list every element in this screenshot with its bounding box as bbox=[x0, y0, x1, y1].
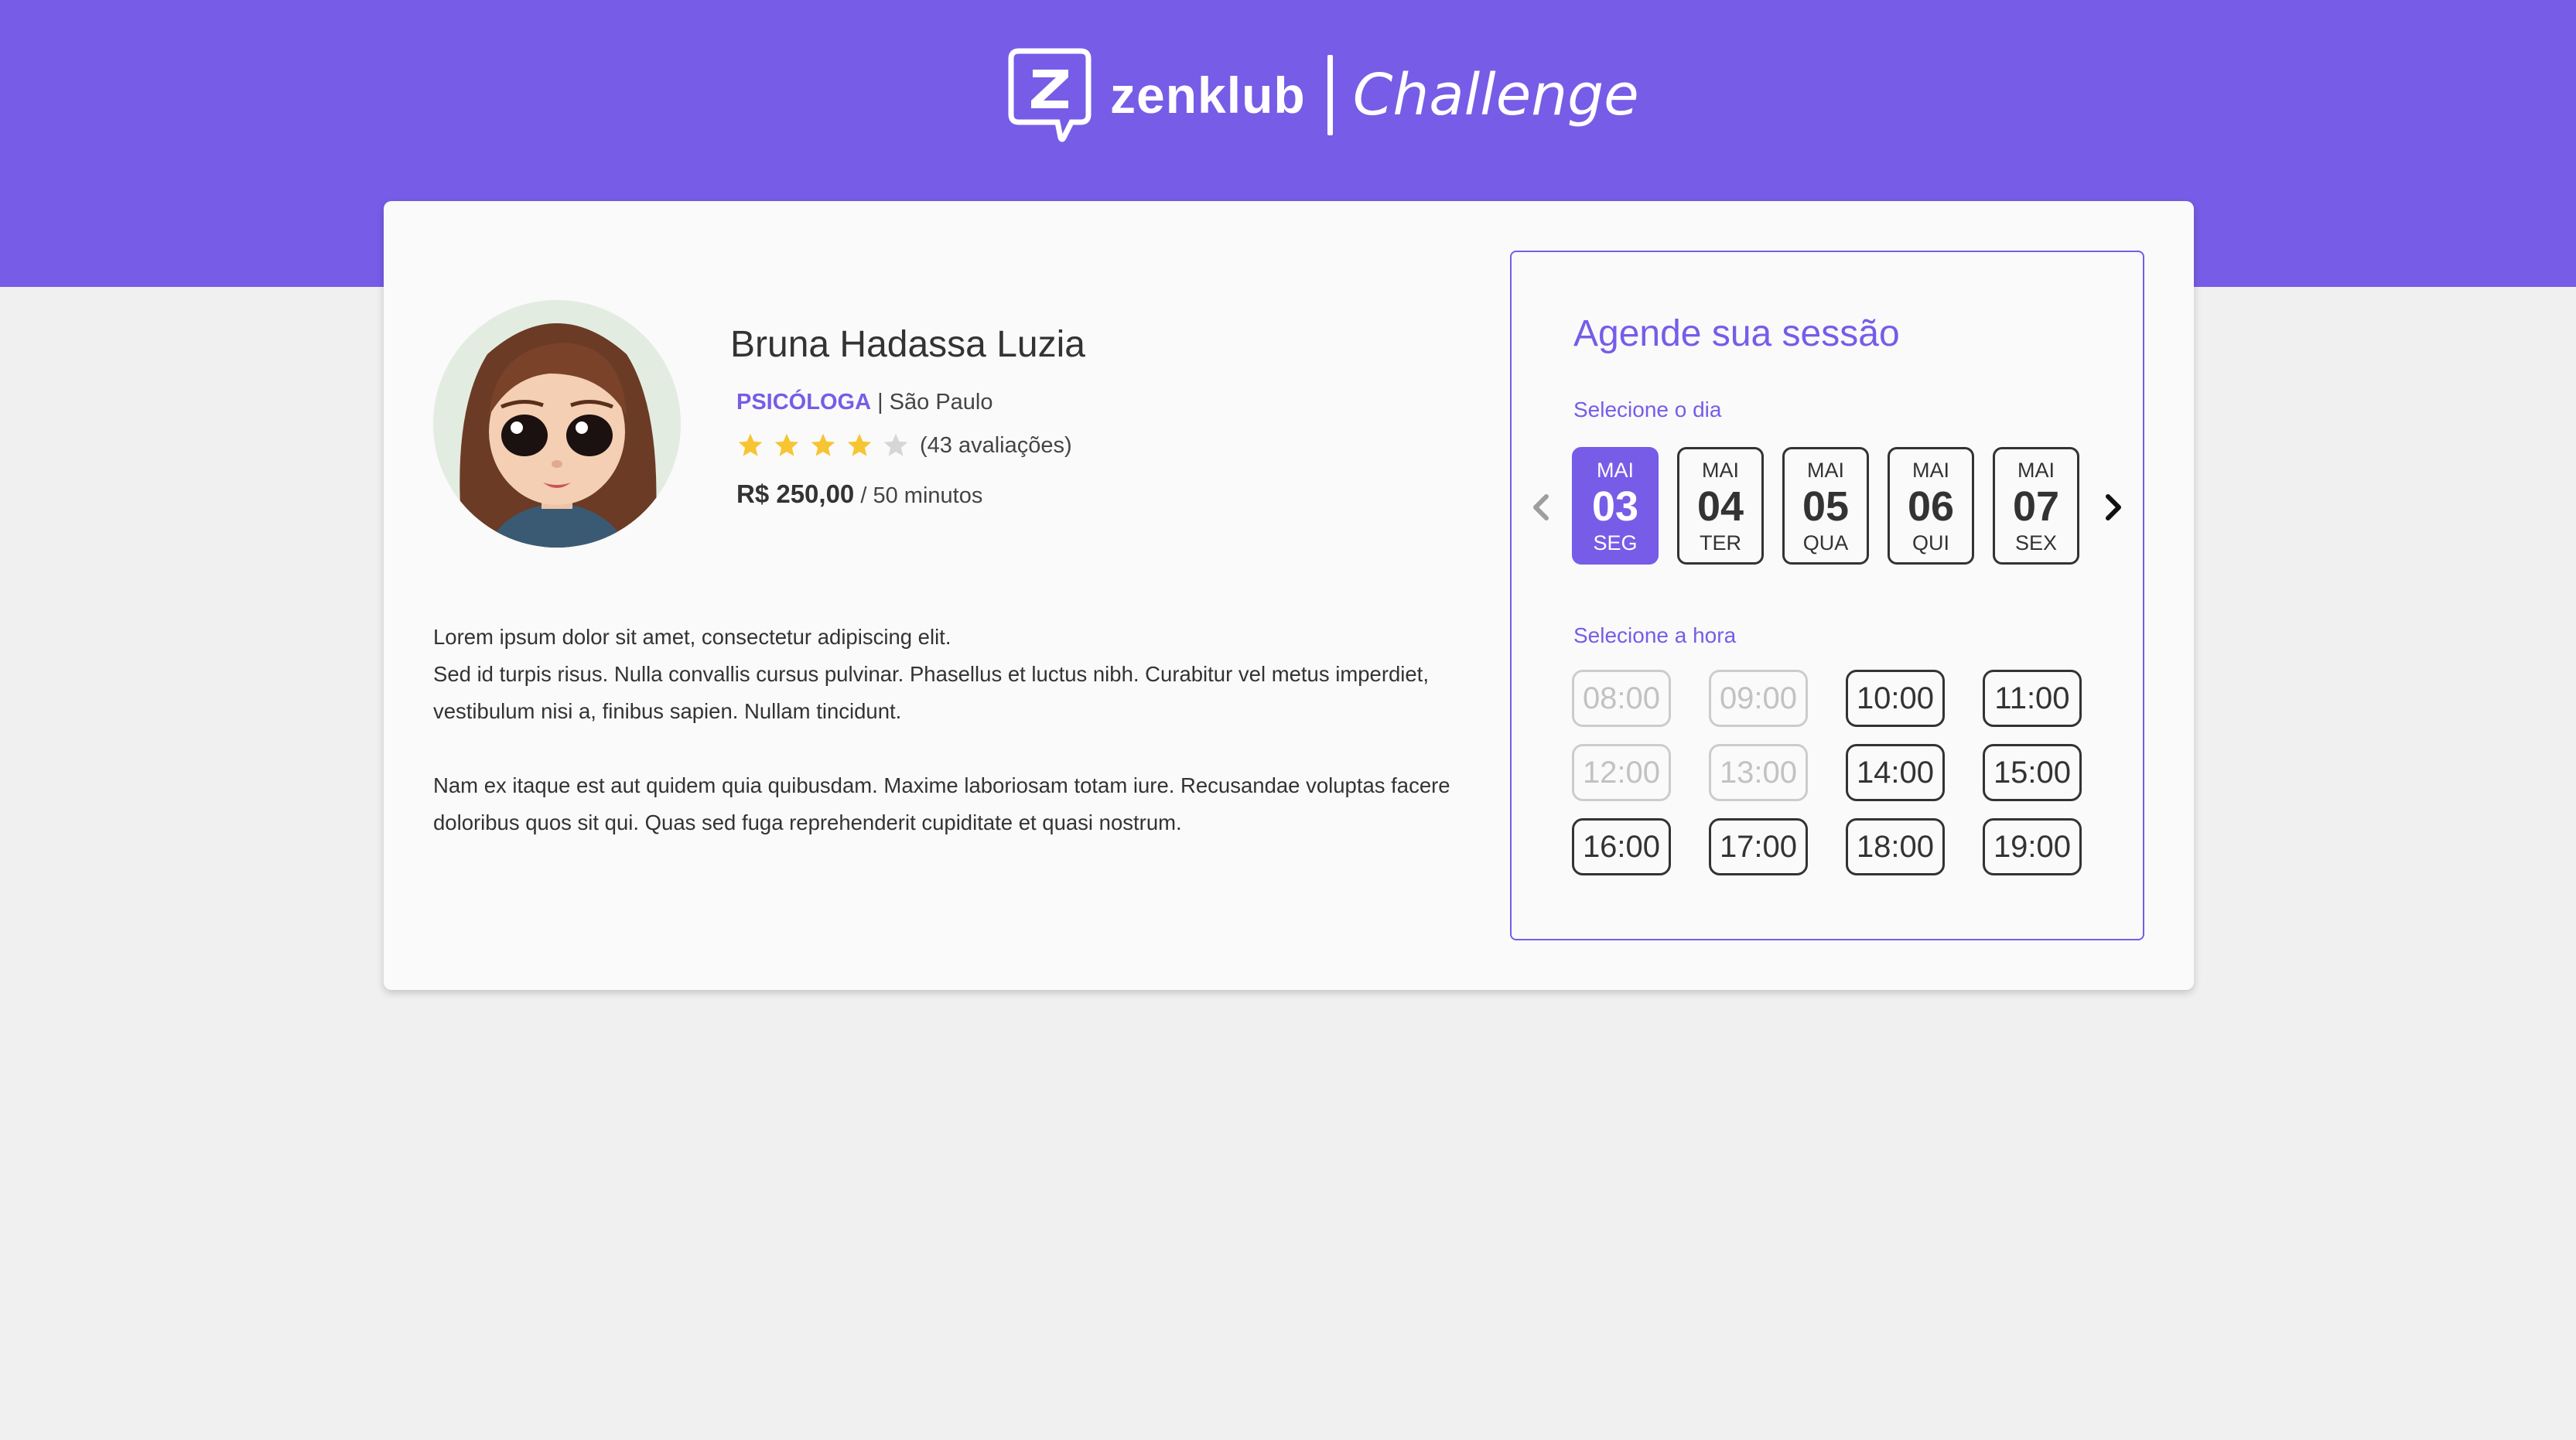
time-slot[interactable]: 18:00 bbox=[1846, 818, 1945, 875]
select-day-label: Selecione o dia bbox=[1573, 398, 1722, 421]
day-date: 05 bbox=[1802, 483, 1850, 530]
day-selector: MAI 03 SEG MAI 04 TER MAI 05 QUA MAI 06 QUI MAI 07 SEX bbox=[1572, 447, 2098, 565]
professional-name: Bruna Hadassa Luzia bbox=[730, 324, 1085, 365]
time-slot[interactable]: 19:00 bbox=[1983, 818, 2082, 875]
logo-divider bbox=[1327, 55, 1333, 135]
avatar bbox=[433, 300, 681, 548]
cartoon-girl-avatar-icon bbox=[433, 300, 681, 548]
description-line: Lorem ipsum dolor sit amet, consectetur … bbox=[433, 625, 951, 649]
day-weekday: SEG bbox=[1593, 531, 1638, 555]
day-weekday: QUA bbox=[1802, 531, 1849, 555]
day-weekday: SEX bbox=[2014, 531, 2058, 555]
day-option[interactable]: MAI 06 QUI bbox=[1888, 447, 1974, 565]
time-selector: 08:00 09:00 10:00 11:00 12:00 13:00 14:00 15:00… bbox=[1572, 670, 2098, 875]
day-option[interactable]: MAI 04 TER bbox=[1677, 447, 1764, 565]
brand-name: zenklub bbox=[1110, 67, 1306, 124]
time-slot[interactable]: 17:00 bbox=[1709, 818, 1808, 875]
day-date: 06 bbox=[1907, 483, 1955, 530]
time-slot: 12:00 bbox=[1572, 744, 1671, 801]
chevron-right-icon bbox=[2106, 494, 2121, 520]
description-line: Sed id turpis risus. Nulla convallis cur… bbox=[433, 662, 1429, 723]
professional-description: Lorem ipsum dolor sit amet, consectetur … bbox=[433, 619, 1478, 879]
day-weekday: QUI bbox=[1912, 531, 1949, 555]
scheduler-panel: Agende sua sessão Selecione o dia MAI 03 S… bbox=[1510, 251, 2144, 940]
professional-role: PSICÓLOGA bbox=[736, 390, 872, 415]
professional-location: São Paulo bbox=[889, 390, 993, 415]
brand-tagline: Challenge bbox=[1352, 62, 1639, 128]
description-paragraph: Nam ex itaque est aut quidem quia quibus… bbox=[433, 773, 1450, 834]
time-slot[interactable]: 15:00 bbox=[1983, 744, 2082, 801]
day-date: 07 bbox=[2012, 483, 2060, 530]
chevron-left-icon bbox=[1533, 494, 1549, 520]
meta-separator: | bbox=[871, 390, 890, 415]
price-amount: R$ 250,00 bbox=[736, 479, 855, 508]
star-filled-icon bbox=[811, 433, 835, 456]
star-filled-icon bbox=[738, 433, 763, 456]
time-slot[interactable]: 10:00 bbox=[1846, 670, 1945, 727]
rating-stars bbox=[736, 432, 918, 459]
time-slot[interactable]: 16:00 bbox=[1572, 818, 1671, 875]
time-slot[interactable]: 11:00 bbox=[1983, 670, 2082, 727]
day-weekday: TER bbox=[1700, 531, 1741, 555]
select-time-label: Selecione a hora bbox=[1573, 623, 1737, 647]
day-month: MAI bbox=[2017, 459, 2055, 482]
day-option[interactable]: MAI 05 QUA bbox=[1782, 447, 1869, 565]
zenklub-logo-icon bbox=[1008, 48, 1092, 142]
scheduler-title: Agende sua sessão bbox=[1573, 313, 1900, 354]
professional-meta: PSICÓLOGA | São Paulo bbox=[736, 390, 993, 415]
brand-logo[interactable]: zenklub Challenge bbox=[1008, 48, 1639, 142]
day-date: 03 bbox=[1591, 483, 1639, 530]
time-slot: 13:00 bbox=[1709, 744, 1808, 801]
day-date: 04 bbox=[1696, 483, 1744, 530]
day-month: MAI bbox=[1701, 459, 1739, 482]
day-month: MAI bbox=[1596, 459, 1634, 482]
day-option[interactable]: MAI 03 SEG bbox=[1572, 447, 1659, 565]
time-slot: 09:00 bbox=[1709, 670, 1808, 727]
profile-card: Bruna Hadassa Luzia PSICÓLOGA | São Paul… bbox=[384, 201, 2194, 990]
reviews-count: (43 avaliações) bbox=[920, 432, 1072, 458]
day-month: MAI bbox=[1806, 459, 1844, 482]
star-filled-icon bbox=[774, 433, 799, 456]
time-slot: 08:00 bbox=[1572, 670, 1671, 727]
session-price: R$ 250,00 / 50 minutos bbox=[736, 479, 982, 509]
rating: (43 avaliações) bbox=[736, 432, 1072, 459]
day-month: MAI bbox=[1912, 459, 1949, 482]
star-filled-icon bbox=[847, 433, 872, 456]
description-paragraph: Lorem ipsum dolor sit amet, consectetur … bbox=[433, 619, 1478, 730]
next-days-button[interactable] bbox=[2096, 490, 2130, 524]
time-slot[interactable]: 14:00 bbox=[1846, 744, 1945, 801]
star-empty-icon bbox=[883, 433, 908, 456]
session-duration: / 50 minutos bbox=[854, 483, 983, 508]
day-option[interactable]: MAI 07 SEX bbox=[1993, 447, 2079, 565]
prev-days-button[interactable] bbox=[1524, 490, 1558, 524]
